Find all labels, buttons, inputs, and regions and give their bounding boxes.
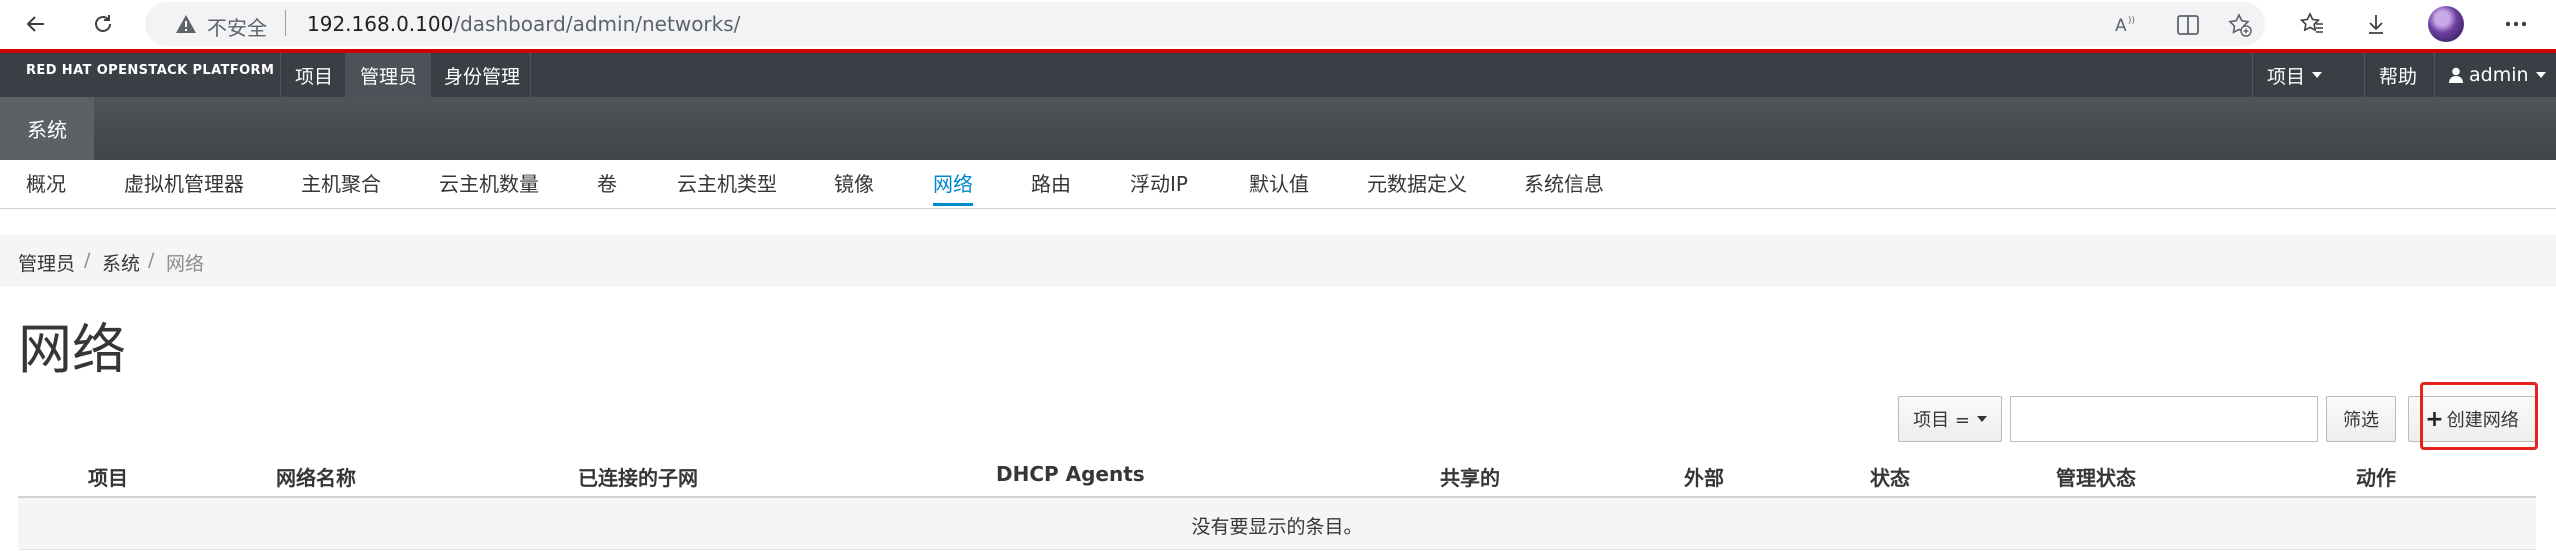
- browser-toolbar: 不安全 192.168.0.100/dashboard/admin/networ…: [0, 0, 2556, 49]
- project-menu-label: 项目: [2267, 65, 2306, 88]
- nav-divider: [530, 53, 531, 97]
- column-external[interactable]: 外部: [1684, 462, 1724, 491]
- breadcrumb-networks: 网络: [166, 253, 205, 275]
- user-icon: [2449, 67, 2463, 83]
- breadcrumb-separator: /: [84, 249, 91, 271]
- help-link[interactable]: 帮助: [2364, 53, 2431, 97]
- breadcrumb-admin[interactable]: 管理员: [18, 249, 75, 276]
- user-name: admin: [2469, 64, 2529, 86]
- tab-images[interactable]: 镜像: [834, 168, 874, 203]
- empty-message: 没有要显示的条目。: [1191, 516, 1363, 538]
- tab-host-aggregates[interactable]: 主机聚合: [301, 168, 381, 203]
- tab-defaults[interactable]: 默认值: [1249, 168, 1309, 203]
- tab-volumes[interactable]: 卷: [597, 168, 617, 203]
- tab-networks[interactable]: 网络: [933, 168, 973, 206]
- tab-floating-ips[interactable]: 浮动IP: [1130, 168, 1188, 203]
- address-bar[interactable]: 不安全 192.168.0.100/dashboard/admin/networ…: [145, 2, 2265, 46]
- download-icon[interactable]: [2360, 8, 2392, 40]
- insecure-label: 不安全: [207, 16, 267, 40]
- subnav-system[interactable]: 系统: [0, 97, 94, 160]
- read-aloud-icon[interactable]: A)): [2113, 12, 2139, 38]
- user-menu[interactable]: admin: [2434, 53, 2556, 97]
- filter-input[interactable]: [2010, 396, 2318, 442]
- project-menu[interactable]: 项目: [2252, 53, 2336, 97]
- tab-overview[interactable]: 概况: [26, 168, 66, 203]
- breadcrumb-system[interactable]: 系统: [102, 249, 140, 276]
- url-text[interactable]: 192.168.0.100/dashboard/admin/networks/: [307, 12, 740, 36]
- filter-button[interactable]: 筛选: [2326, 396, 2396, 442]
- secondary-nav: 系统: [0, 97, 2556, 160]
- column-admin-state[interactable]: 管理状态: [2056, 462, 2136, 491]
- create-network-button[interactable]: + 创建网络: [2408, 396, 2536, 442]
- warning-icon: [175, 14, 197, 38]
- tab-hypervisors[interactable]: 虚拟机管理器: [124, 168, 244, 203]
- address-separator: [285, 10, 286, 36]
- split-screen-icon[interactable]: [2175, 12, 2201, 38]
- tab-instances[interactable]: 云主机数量: [439, 168, 539, 203]
- favorites-icon[interactable]: [2296, 8, 2328, 40]
- url-path: /dashboard/admin/networks/: [453, 12, 741, 36]
- chevron-down-icon: [1976, 416, 1987, 422]
- column-status[interactable]: 状态: [1870, 462, 1910, 491]
- chevron-down-icon: [2312, 72, 2323, 78]
- filter-field-select[interactable]: 项目 =: [1898, 396, 2002, 442]
- breadcrumb: 管理员 / 系统 / 网络: [0, 235, 2556, 287]
- tab-flavors[interactable]: 云主机类型: [677, 168, 777, 203]
- column-subnets[interactable]: 已连接的子网: [578, 462, 698, 491]
- column-network-name[interactable]: 网络名称: [276, 462, 356, 491]
- profile-avatar[interactable]: [2428, 6, 2464, 42]
- brand-logo[interactable]: RED HAT OPENSTACK PLATFORM: [26, 63, 274, 78]
- chevron-down-icon: [2535, 72, 2546, 78]
- column-project[interactable]: 项目: [88, 462, 128, 491]
- svg-text:A: A: [2115, 16, 2127, 36]
- filter-field-label: 项目 =: [1913, 410, 1970, 431]
- plus-icon: +: [2425, 406, 2444, 432]
- page-title: 网络: [18, 318, 126, 381]
- column-actions: 动作: [2356, 466, 2396, 490]
- add-favorite-icon[interactable]: [2227, 12, 2253, 38]
- tab-routers[interactable]: 路由: [1031, 168, 1071, 203]
- nav-admin[interactable]: 管理员: [345, 53, 432, 97]
- back-icon[interactable]: [18, 6, 54, 42]
- create-network-label: 创建网络: [2446, 410, 2519, 431]
- column-shared[interactable]: 共享的: [1440, 462, 1500, 491]
- table-header: 项目 网络名称 已连接的子网 DHCP Agents 共享的 外部 状态 管理状…: [18, 450, 2536, 498]
- tab-metadata[interactable]: 元数据定义: [1367, 168, 1467, 203]
- url-host: 192.168.0.100: [307, 12, 454, 36]
- breadcrumb-separator: /: [148, 249, 155, 271]
- column-dhcp-agents[interactable]: DHCP Agents: [996, 462, 1145, 486]
- table-empty-row: 没有要显示的条目。: [18, 498, 2536, 550]
- masthead-navbar: RED HAT OPENSTACK PLATFORM 项目 管理员 身份管理 项…: [0, 49, 2556, 97]
- tab-system-info[interactable]: 系统信息: [1524, 168, 1604, 203]
- nav-identity[interactable]: 身份管理: [429, 53, 534, 97]
- nav-project[interactable]: 项目: [280, 53, 347, 97]
- panel-tabs: 概况 虚拟机管理器 主机聚合 云主机数量 卷 云主机类型 镜像 网络 路由 浮动…: [0, 160, 2556, 209]
- svg-text:)): )): [2128, 16, 2135, 26]
- reload-icon[interactable]: [85, 6, 121, 42]
- more-options-icon[interactable]: [2500, 8, 2532, 40]
